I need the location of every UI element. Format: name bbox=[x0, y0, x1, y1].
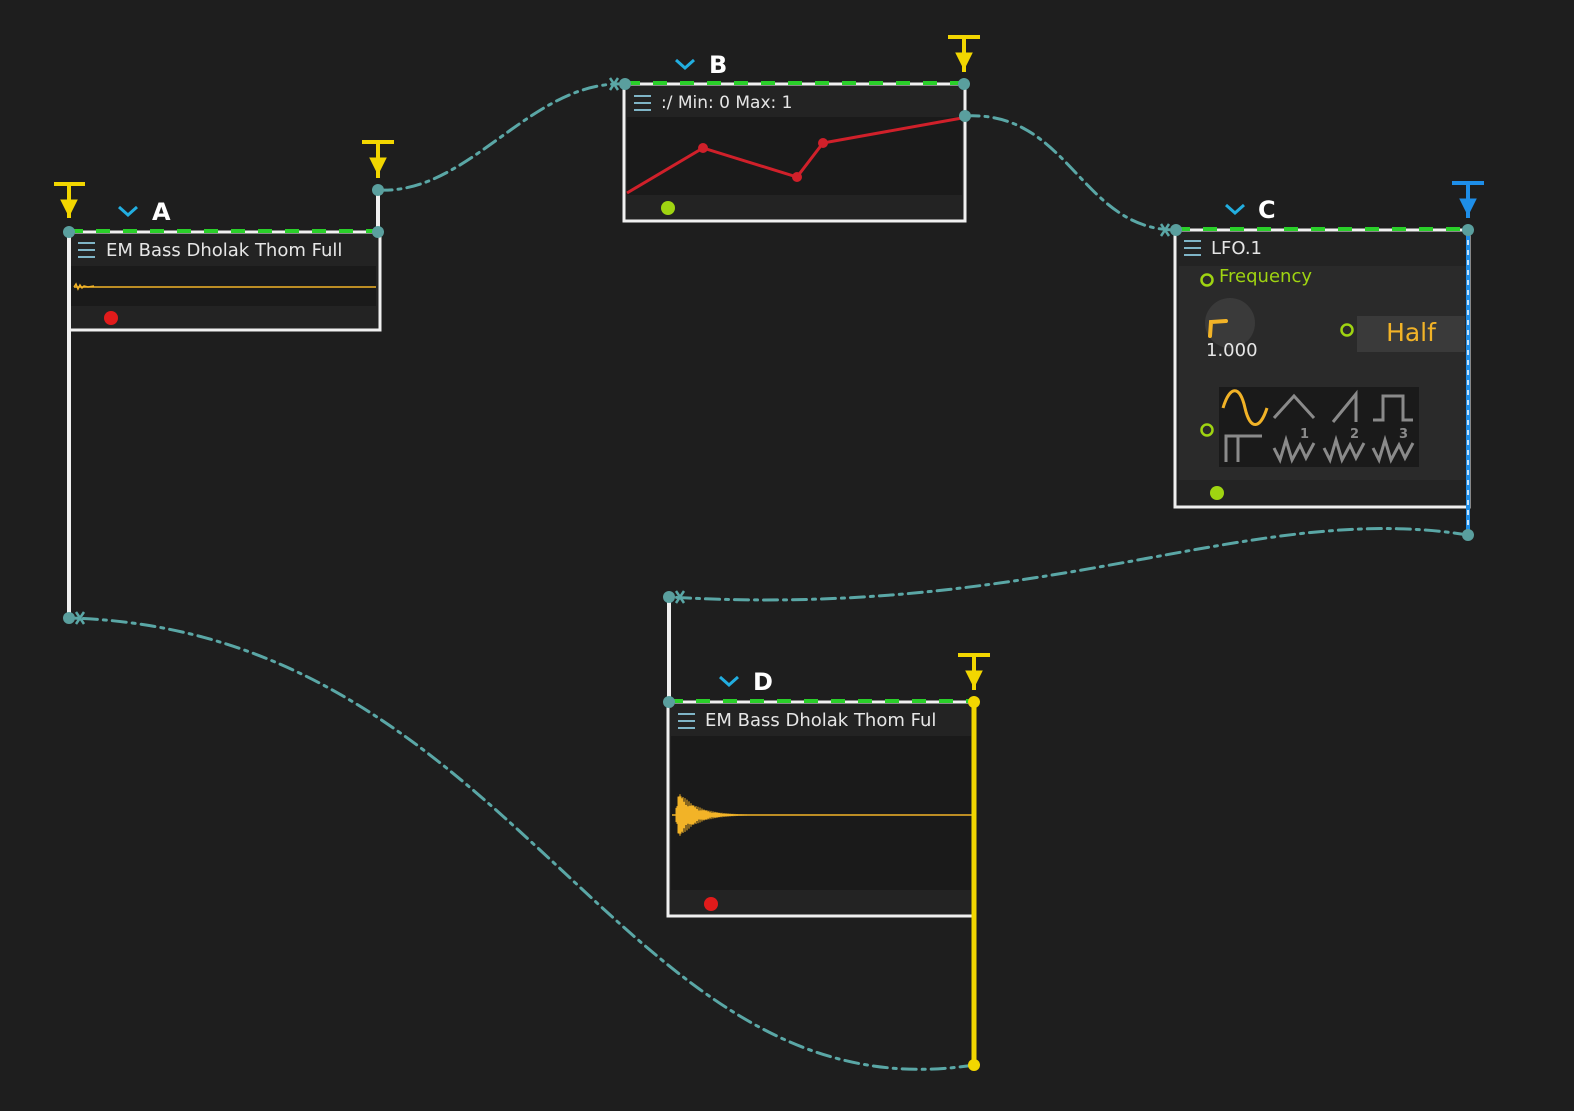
node-b-status-dot-icon bbox=[661, 201, 675, 215]
port-dot[interactable] bbox=[958, 78, 970, 90]
frequency-param-label: Frequency bbox=[1219, 266, 1312, 287]
chevron-down-icon[interactable] bbox=[1225, 203, 1245, 216]
output-port-icon[interactable] bbox=[362, 140, 394, 178]
cable-c-to-d[interactable] bbox=[667, 527, 1470, 602]
output-port-icon[interactable] bbox=[958, 653, 990, 690]
port-dot[interactable] bbox=[1462, 224, 1474, 236]
port-dot-yellow[interactable] bbox=[968, 1059, 980, 1071]
automation-point[interactable] bbox=[818, 138, 828, 148]
automation-point[interactable] bbox=[792, 172, 802, 182]
node-graph-canvas[interactable] bbox=[0, 0, 1574, 1111]
node-a-label: A bbox=[152, 198, 171, 226]
port-dot[interactable] bbox=[63, 226, 75, 238]
port-dot[interactable] bbox=[372, 184, 384, 196]
port-dot[interactable] bbox=[1170, 224, 1182, 236]
node-d-label: D bbox=[753, 668, 773, 696]
waveform-random-3-index: 3 bbox=[1399, 427, 1409, 442]
waveform-random-1-index: 1 bbox=[1300, 427, 1310, 442]
node-c-title[interactable]: LFO.1 bbox=[1211, 238, 1262, 259]
automation-point[interactable] bbox=[698, 143, 708, 153]
node-b-graph-area bbox=[627, 117, 962, 195]
cable-b-to-c[interactable] bbox=[963, 114, 1178, 232]
node-d-title[interactable]: EM Bass Dholak Thom Ful bbox=[705, 710, 936, 731]
mode-button[interactable]: Half bbox=[1357, 318, 1465, 347]
node-b-range-text: :/ Min: 0 Max: 1 bbox=[661, 93, 793, 113]
node-c-status-dot-icon bbox=[1210, 486, 1224, 500]
output-port-icon[interactable] bbox=[1452, 181, 1484, 218]
cable-a-to-b[interactable] bbox=[376, 82, 627, 192]
node-d-record-dot-icon[interactable] bbox=[704, 897, 718, 911]
node-a-title[interactable]: EM Bass Dholak Thom Full bbox=[106, 240, 342, 261]
node-a-record-dot-icon[interactable] bbox=[104, 311, 118, 325]
port-dot-yellow[interactable] bbox=[968, 696, 980, 708]
node-c[interactable] bbox=[1159, 181, 1484, 541]
node-a-waveform-area bbox=[71, 266, 376, 306]
waveform-random-2-index: 2 bbox=[1350, 427, 1360, 442]
node-b[interactable] bbox=[608, 35, 980, 223]
port-dot[interactable] bbox=[663, 591, 675, 603]
port-dot[interactable] bbox=[1462, 529, 1474, 541]
port-dot[interactable] bbox=[63, 612, 75, 624]
port-dot[interactable] bbox=[372, 226, 384, 238]
output-port-icon[interactable] bbox=[54, 182, 85, 218]
port-dot[interactable] bbox=[619, 78, 631, 90]
node-c-label: C bbox=[1258, 196, 1276, 224]
frequency-knob-value[interactable]: 1.000 bbox=[1206, 340, 1258, 361]
port-dot[interactable] bbox=[959, 110, 971, 122]
chevron-down-icon[interactable] bbox=[675, 58, 695, 71]
output-port-icon[interactable] bbox=[948, 35, 980, 72]
chevron-down-icon[interactable] bbox=[719, 675, 739, 688]
node-d[interactable] bbox=[663, 590, 990, 1071]
node-a[interactable] bbox=[54, 140, 394, 625]
chevron-down-icon[interactable] bbox=[118, 205, 138, 218]
node-b-label: B bbox=[709, 51, 728, 79]
port-dot[interactable] bbox=[663, 696, 675, 708]
